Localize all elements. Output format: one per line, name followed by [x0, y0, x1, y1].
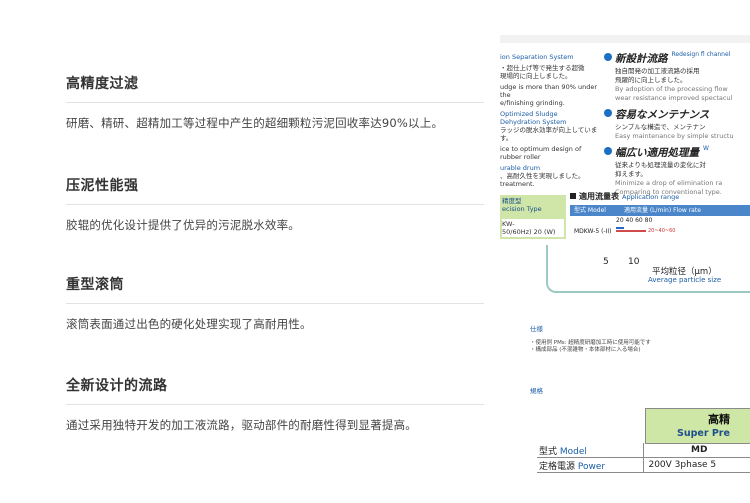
type-box-line: KW-	[502, 220, 515, 228]
flow-range-label: 20~40~60	[648, 228, 676, 234]
flow-title: 適用流量表	[579, 192, 619, 201]
block-line-en: Easy maintenance by simple structu	[615, 132, 734, 140]
flow-header: 型式 Model 適用流量 (L/min) Flow rate	[570, 205, 750, 216]
brochure-line: Dehydration System	[500, 118, 567, 126]
spec-header-en: Super Pre	[677, 428, 730, 439]
spec-value: MD	[643, 443, 750, 457]
type-box-line: 50/60Hz) 20 (W)	[502, 228, 556, 236]
axis-tick: 10	[628, 257, 640, 267]
brochure-line: ice to optimum design of rubber roller	[500, 145, 582, 161]
note-line: ・構成部品 (不混雑物・本体部材に入る場合)	[530, 347, 641, 353]
bullet-icon	[604, 109, 612, 117]
spec-header: 高精 Super Pre	[645, 408, 750, 444]
brochure-line: ・超仕上げ等で発生する超微	[500, 64, 585, 72]
flow-row: MDKW-5 (-II) 20~40~60	[570, 224, 750, 238]
feature-title: 全新设计的流路	[66, 378, 168, 394]
feature-title: 高精度过滤	[66, 76, 139, 92]
feature-description: 滚筒表面通过出色的硬化处理实现了高耐用性。	[66, 317, 312, 331]
square-bullet-icon	[570, 193, 576, 199]
brochure-line: udge is more than 90% under the	[500, 83, 597, 99]
feature-description: 胶辊的优化设计提供了优异的污泥脱水效率。	[66, 218, 300, 232]
block-line: シンプルな構造で、メンテナン	[615, 123, 706, 131]
flow-title-en: Application range	[622, 193, 680, 201]
type-box: 精度型 ecision Type KW- 50/60Hz) 20 (W)	[500, 195, 566, 239]
brochure-block: 容易なメンテナンス シンプルな構造で、メンテナン Easy maintenanc…	[604, 107, 750, 140]
divider	[66, 404, 484, 405]
feature-item: 高精度过滤 研磨、精研、超精加工等过程中产生的超细颗粒污泥回收率达90%以上。	[66, 73, 484, 131]
block-title-en: Redesign fl channel	[671, 51, 731, 58]
brochure-line: ion Separation System	[500, 53, 574, 61]
brochure-line: ラッジの脱水効率が向上しています。	[500, 126, 598, 142]
feature-title: 压泥性能强	[66, 178, 139, 194]
block-title: 幅広い適用処理量	[615, 147, 699, 159]
brochure-line: treatment.	[500, 180, 535, 188]
note-line: ・使用例 PMs: 超精度研磨加工時に使用可能です	[530, 340, 651, 346]
flow-model: MDKW-5 (-II)	[574, 227, 612, 235]
block-line-en: Minimize a drop of elimination ra	[615, 179, 723, 187]
feature-item: 全新设计的流路 通过采用独特开发的加工液流路，驱动部件的耐磨性得到显著提高。	[66, 375, 484, 433]
spec-row: 型式 Model MD	[537, 443, 750, 458]
feature-title: 重型滚筒	[66, 277, 124, 293]
spec-row: 定格電源 Power 200V 3phase 5	[537, 458, 750, 473]
block-title-en: W	[703, 145, 709, 152]
spec-key-en: Power	[577, 461, 606, 472]
particle-size-label-en: Average particle size	[648, 276, 722, 284]
block-title: 容易なメンテナンス	[615, 109, 710, 121]
flow-col-rate: 適用流量 (L/min) Flow rate	[623, 207, 701, 214]
feature-item: 重型滚筒 滚筒表面通过出色的硬化处理实现了高耐用性。	[66, 274, 484, 332]
brochure-top-section: ion Separation System ・超仕上げ等で発生する超微 現場的に…	[500, 35, 750, 335]
divider	[66, 204, 484, 205]
feature-description: 通过采用独特开发的加工液流路，驱动部件的耐磨性得到显著提高。	[66, 418, 417, 432]
block-line: 従来よりも処理流量の変化に対	[615, 161, 706, 169]
type-box-line: 精度型	[502, 197, 522, 205]
brochure-block: 新設計流路 Redesign fl channel 独自開発の加工液流路の採用 飛…	[604, 51, 750, 102]
brochure-line: 、高耐久性を実現しました。	[500, 172, 585, 180]
spec-key: 定格電源	[539, 461, 576, 472]
section-heading: 仕様	[530, 325, 543, 333]
bullet-icon	[604, 53, 612, 61]
feature-list: 高精度过滤 研磨、精研、超精加工等过程中产生的超细颗粒污泥回收率达90%以上。 …	[66, 0, 484, 503]
spec-value: 200V 3phase 5	[643, 458, 750, 472]
divider	[66, 303, 484, 304]
brochure-block: 幅広い適用処理量 W 従来よりも処理流量の変化に対 抑えます。 Minimize …	[604, 145, 750, 196]
brochure-image: ion Separation System ・超仕上げ等で発生する超微 現場的に…	[500, 35, 750, 503]
block-line: 抑えます。	[615, 170, 647, 178]
notes: ・使用例 PMs: 超精度研磨加工時に使用可能です ・構成部品 (不混雑物・本体…	[530, 340, 651, 354]
flow-range-arrow	[616, 227, 624, 229]
brochure-line: 現場的に向上しました。	[500, 72, 572, 80]
axis-tick: 5	[603, 257, 609, 267]
section-heading: 規格	[530, 387, 543, 395]
particle-chart-frame	[546, 245, 750, 293]
bullet-icon	[604, 147, 612, 155]
type-box-line: ecision Type	[502, 205, 542, 213]
feature-description: 研磨、精研、超精加工等过程中产生的超细颗粒污泥回收率达90%以上。	[66, 116, 444, 130]
block-line-en: wear resistance improved spectacul	[615, 94, 733, 102]
brochure-line: Optimized Sludge	[500, 110, 558, 118]
brochure-top-band	[500, 35, 750, 43]
divider	[66, 102, 484, 103]
flow-scale: 20 40 60 80	[616, 216, 653, 224]
block-line-en: By adoption of the processing flow	[615, 85, 728, 93]
flow-col-model: 型式 Model	[574, 207, 606, 214]
brochure-right-column: 新設計流路 Redesign fl channel 独自開発の加工液流路の採用 飛…	[604, 51, 750, 201]
block-title: 新設計流路	[615, 53, 668, 65]
spec-key: 型式	[539, 446, 558, 457]
brochure-line: urable drum	[500, 164, 541, 172]
block-line: 独自開発の加工液流路の採用	[615, 67, 700, 75]
flow-rate-table: 適用流量表 Application range 型式 Model 適用流量 (L/…	[570, 191, 750, 238]
spec-header-jp: 高精	[708, 413, 730, 426]
brochure-line: e/finishing grinding.	[500, 99, 565, 107]
feature-item: 压泥性能强 胶辊的优化设计提供了优异的污泥脱水效率。	[66, 175, 484, 233]
block-line: 飛躍的に向上しました。	[615, 76, 687, 84]
spec-key-en: Model	[559, 446, 587, 457]
flow-range-bar	[616, 227, 646, 232]
brochure-left-column: ion Separation System ・超仕上げ等で発生する超微 現場的に…	[500, 53, 600, 188]
